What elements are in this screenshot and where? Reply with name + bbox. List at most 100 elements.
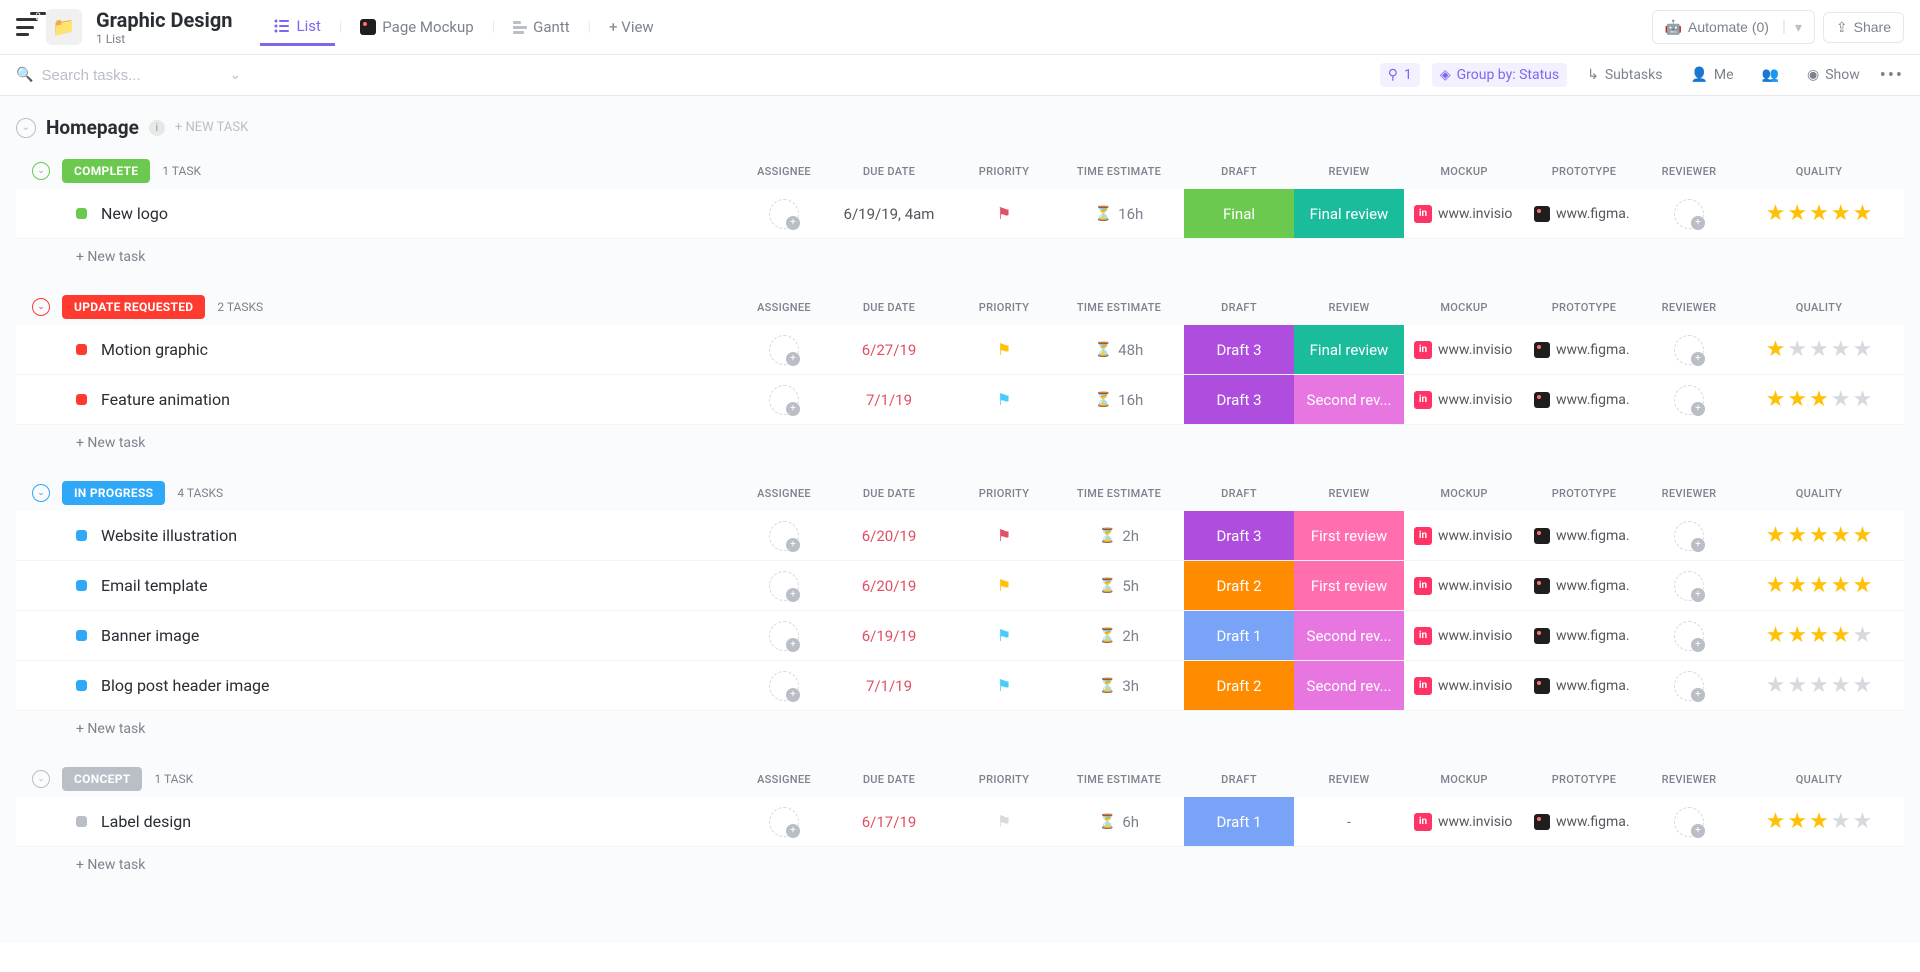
col-draft[interactable]: DRAFT bbox=[1184, 773, 1294, 786]
task-name[interactable]: Motion graphic bbox=[101, 340, 208, 359]
mockup-link[interactable]: inwww.invisio bbox=[1404, 677, 1524, 695]
estimate-value[interactable]: 3h bbox=[1122, 677, 1139, 695]
status-square-icon[interactable] bbox=[76, 394, 87, 405]
status-square-icon[interactable] bbox=[76, 580, 87, 591]
due-date-value[interactable]: 6/20/19 bbox=[862, 577, 917, 595]
groupby-button[interactable]: ◈ Group by: Status bbox=[1432, 63, 1567, 87]
col-mockup[interactable]: MOCKUP bbox=[1404, 301, 1524, 314]
col-reviewer[interactable]: REVIEWER bbox=[1644, 773, 1734, 786]
col-prototype[interactable]: PROTOTYPE bbox=[1524, 773, 1644, 786]
reviewer-empty-icon[interactable] bbox=[1674, 335, 1704, 365]
col-due-date[interactable]: DUE DATE bbox=[824, 165, 954, 178]
quality-stars[interactable]: ★★★★★ bbox=[1766, 523, 1873, 548]
reviewer-empty-icon[interactable] bbox=[1674, 807, 1704, 837]
mockup-link[interactable]: inwww.invisio bbox=[1404, 627, 1524, 645]
estimate-value[interactable]: 5h bbox=[1122, 577, 1139, 595]
mockup-link[interactable]: inwww.invisio bbox=[1404, 813, 1524, 831]
col-reviewer[interactable]: REVIEWER bbox=[1644, 487, 1734, 500]
col-draft[interactable]: DRAFT bbox=[1184, 301, 1294, 314]
assignee-empty-icon[interactable] bbox=[769, 621, 799, 651]
status-square-icon[interactable] bbox=[76, 208, 87, 219]
col-mockup[interactable]: MOCKUP bbox=[1404, 487, 1524, 500]
priority-flag-icon[interactable]: ⚑ bbox=[997, 626, 1011, 645]
col-assignee[interactable]: ASSIGNEE bbox=[744, 165, 824, 178]
status-square-icon[interactable] bbox=[76, 680, 87, 691]
status-square-icon[interactable] bbox=[76, 816, 87, 827]
view-gantt[interactable]: Gantt bbox=[499, 10, 583, 44]
list-title[interactable]: Homepage bbox=[46, 116, 139, 139]
prototype-link[interactable]: www.figma. bbox=[1524, 206, 1644, 222]
col-quality[interactable]: QUALITY bbox=[1734, 301, 1904, 314]
prototype-link[interactable]: www.figma. bbox=[1524, 528, 1644, 544]
prototype-link[interactable]: www.figma. bbox=[1524, 342, 1644, 358]
task-row[interactable]: Website illustration 6/20/19 ⚑ ⏳2h Draft… bbox=[16, 511, 1904, 561]
add-task-button[interactable]: + New task bbox=[16, 711, 1904, 737]
draft-tag[interactable]: Draft 2 bbox=[1184, 661, 1294, 710]
reviewer-empty-icon[interactable] bbox=[1674, 571, 1704, 601]
add-view[interactable]: + View bbox=[595, 10, 668, 44]
quality-stars[interactable]: ★★★★★ bbox=[1766, 201, 1873, 226]
col-priority[interactable]: PRIORITY bbox=[954, 773, 1054, 786]
priority-flag-icon[interactable]: ⚑ bbox=[997, 676, 1011, 695]
assignee-empty-icon[interactable] bbox=[769, 671, 799, 701]
col-mockup[interactable]: MOCKUP bbox=[1404, 165, 1524, 178]
due-date-value[interactable]: 7/1/19 bbox=[866, 677, 912, 695]
priority-flag-icon[interactable]: ⚑ bbox=[997, 576, 1011, 595]
due-date-value[interactable]: 7/1/19 bbox=[866, 391, 912, 409]
col-prototype[interactable]: PROTOTYPE bbox=[1524, 487, 1644, 500]
folder-icon[interactable]: 📁 bbox=[46, 9, 82, 45]
due-date-value[interactable]: 6/17/19 bbox=[862, 813, 917, 831]
mockup-link[interactable]: inwww.invisio bbox=[1404, 527, 1524, 545]
priority-flag-icon[interactable]: ⚑ bbox=[997, 812, 1011, 831]
col-due-date[interactable]: DUE DATE bbox=[824, 301, 954, 314]
review-tag[interactable]: - bbox=[1294, 797, 1404, 846]
estimate-value[interactable]: 16h bbox=[1118, 205, 1143, 223]
task-name[interactable]: New logo bbox=[101, 204, 168, 223]
menu-icon[interactable]: 3 bbox=[16, 18, 38, 36]
quality-stars[interactable]: ★★★★★ bbox=[1766, 337, 1873, 362]
new-task-button[interactable]: + NEW TASK bbox=[175, 120, 248, 135]
task-name[interactable]: Blog post header image bbox=[101, 676, 270, 695]
status-square-icon[interactable] bbox=[76, 530, 87, 541]
draft-tag[interactable]: Draft 1 bbox=[1184, 611, 1294, 660]
collapse-list-icon[interactable]: ⌄ bbox=[16, 118, 36, 138]
quality-stars[interactable]: ★★★★★ bbox=[1766, 673, 1873, 698]
reviewer-empty-icon[interactable] bbox=[1674, 199, 1704, 229]
task-name[interactable]: Website illustration bbox=[101, 526, 237, 545]
subtasks-button[interactable]: ↳ Subtasks bbox=[1579, 63, 1670, 87]
col-priority[interactable]: PRIORITY bbox=[954, 165, 1054, 178]
col-review[interactable]: REVIEW bbox=[1294, 773, 1404, 786]
col-reviewer[interactable]: REVIEWER bbox=[1644, 165, 1734, 178]
col-time-estimate[interactable]: TIME ESTIMATE bbox=[1054, 165, 1184, 178]
col-assignee[interactable]: ASSIGNEE bbox=[744, 487, 824, 500]
col-review[interactable]: REVIEW bbox=[1294, 487, 1404, 500]
chevron-down-icon[interactable]: ⌄ bbox=[229, 67, 241, 83]
group-collapse-icon[interactable]: ⌄ bbox=[32, 162, 50, 180]
col-time-estimate[interactable]: TIME ESTIMATE bbox=[1054, 487, 1184, 500]
assignees-button[interactable]: 👥 bbox=[1754, 63, 1787, 87]
review-tag[interactable]: Second rev... bbox=[1294, 375, 1404, 424]
review-tag[interactable]: Second rev... bbox=[1294, 611, 1404, 660]
more-menu[interactable]: ••• bbox=[1880, 65, 1904, 86]
due-date-value[interactable]: 6/19/19 bbox=[862, 627, 917, 645]
task-row[interactable]: Blog post header image 7/1/19 ⚑ ⏳3h Draf… bbox=[16, 661, 1904, 711]
col-priority[interactable]: PRIORITY bbox=[954, 487, 1054, 500]
col-mockup[interactable]: MOCKUP bbox=[1404, 773, 1524, 786]
assignee-empty-icon[interactable] bbox=[769, 199, 799, 229]
col-review[interactable]: REVIEW bbox=[1294, 165, 1404, 178]
status-square-icon[interactable] bbox=[76, 344, 87, 355]
prototype-link[interactable]: www.figma. bbox=[1524, 392, 1644, 408]
draft-tag[interactable]: Draft 3 bbox=[1184, 511, 1294, 560]
col-due-date[interactable]: DUE DATE bbox=[824, 773, 954, 786]
draft-tag[interactable]: Draft 2 bbox=[1184, 561, 1294, 610]
col-assignee[interactable]: ASSIGNEE bbox=[744, 773, 824, 786]
task-row[interactable]: Motion graphic 6/27/19 ⚑ ⏳48h Draft 3 Fi… bbox=[16, 325, 1904, 375]
group-collapse-icon[interactable]: ⌄ bbox=[32, 298, 50, 316]
due-date-value[interactable]: 6/19/19, 4am bbox=[844, 205, 935, 223]
task-row[interactable]: New logo 6/19/19, 4am ⚑ ⏳16h Final Final… bbox=[16, 189, 1904, 239]
task-row[interactable]: Label design 6/17/19 ⚑ ⏳6h Draft 1 - inw… bbox=[16, 797, 1904, 847]
estimate-value[interactable]: 2h bbox=[1122, 627, 1139, 645]
task-name[interactable]: Feature animation bbox=[101, 390, 230, 409]
quality-stars[interactable]: ★★★★★ bbox=[1766, 387, 1873, 412]
col-time-estimate[interactable]: TIME ESTIMATE bbox=[1054, 773, 1184, 786]
